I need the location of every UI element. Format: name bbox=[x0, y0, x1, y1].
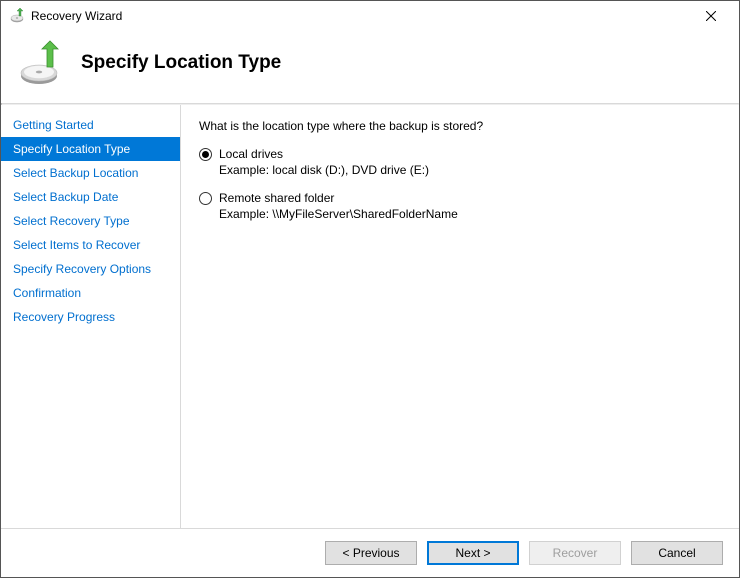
radio-label-local-drives: Local drives bbox=[219, 147, 283, 161]
location-type-question: What is the location type where the back… bbox=[199, 119, 721, 133]
recover-button: Recover bbox=[529, 541, 621, 565]
previous-button[interactable]: < Previous bbox=[325, 541, 417, 565]
sidebar-item-recovery-progress[interactable]: Recovery Progress bbox=[1, 305, 180, 329]
close-button[interactable] bbox=[691, 2, 731, 30]
cancel-button[interactable]: Cancel bbox=[631, 541, 723, 565]
radio-icon bbox=[199, 192, 212, 205]
window-title: Recovery Wizard bbox=[31, 9, 691, 23]
sidebar-item-select-backup-location[interactable]: Select Backup Location bbox=[1, 161, 180, 185]
sidebar-item-select-items-to-recover[interactable]: Select Items to Recover bbox=[1, 233, 180, 257]
radio-option-local-drives[interactable]: Local drives bbox=[199, 147, 721, 161]
next-button[interactable]: Next > bbox=[427, 541, 519, 565]
wizard-steps-sidebar: Getting Started Specify Location Type Se… bbox=[1, 105, 181, 528]
radio-label-remote-shared-folder: Remote shared folder bbox=[219, 191, 334, 205]
sidebar-item-specify-recovery-options[interactable]: Specify Recovery Options bbox=[1, 257, 180, 281]
sidebar-item-select-recovery-type[interactable]: Select Recovery Type bbox=[1, 209, 180, 233]
example-remote-shared-folder: Example: \\MyFileServer\SharedFolderName bbox=[219, 207, 721, 221]
wizard-header: Specify Location Type bbox=[1, 31, 739, 103]
sidebar-item-select-backup-date[interactable]: Select Backup Date bbox=[1, 185, 180, 209]
titlebar: Recovery Wizard bbox=[1, 1, 739, 31]
radio-icon bbox=[199, 148, 212, 161]
recovery-wizard-window: Recovery Wizard Specify Location Type Ge… bbox=[0, 0, 740, 578]
sidebar-item-getting-started[interactable]: Getting Started bbox=[1, 113, 180, 137]
wizard-footer: < Previous Next > Recover Cancel bbox=[1, 528, 739, 577]
radio-option-remote-shared-folder[interactable]: Remote shared folder bbox=[199, 191, 721, 205]
example-local-drives: Example: local disk (D:), DVD drive (E:) bbox=[219, 163, 721, 177]
wizard-body: Getting Started Specify Location Type Se… bbox=[1, 105, 739, 528]
wizard-content: What is the location type where the back… bbox=[181, 105, 739, 528]
recovery-wizard-icon bbox=[9, 8, 25, 24]
recovery-header-icon bbox=[17, 39, 65, 87]
sidebar-item-specify-location-type[interactable]: Specify Location Type bbox=[1, 137, 180, 161]
sidebar-item-confirmation[interactable]: Confirmation bbox=[1, 281, 180, 305]
page-title: Specify Location Type bbox=[81, 52, 281, 74]
